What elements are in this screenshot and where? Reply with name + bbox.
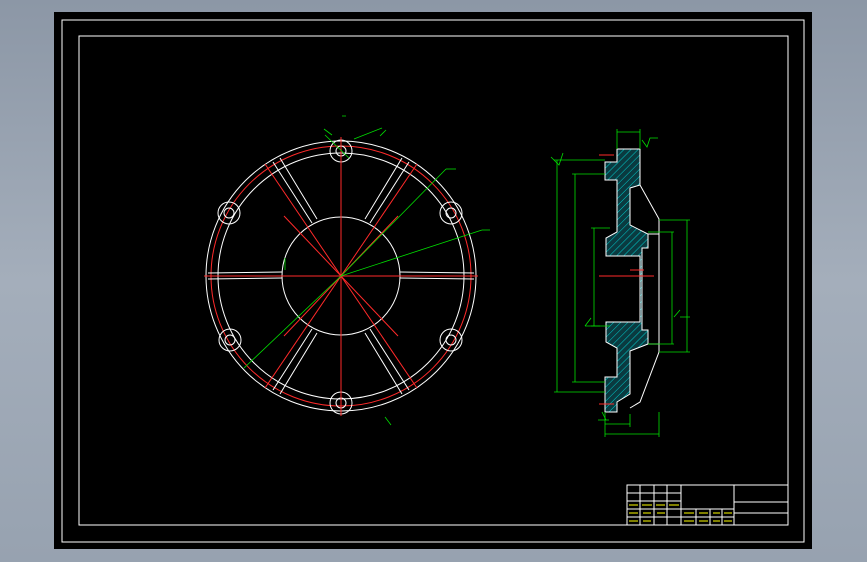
section-taper-outline [629, 184, 660, 409]
front-dimension-lines [243, 115, 490, 426]
title-block [626, 484, 789, 526]
section-view [550, 129, 690, 437]
cad-drawing-canvas[interactable] [54, 12, 812, 549]
inner-border [78, 35, 789, 526]
drawing-sheet [61, 19, 805, 543]
front-view [204, 115, 490, 426]
bolt-hole-lower-right [439, 328, 463, 352]
outer-border [61, 19, 805, 543]
